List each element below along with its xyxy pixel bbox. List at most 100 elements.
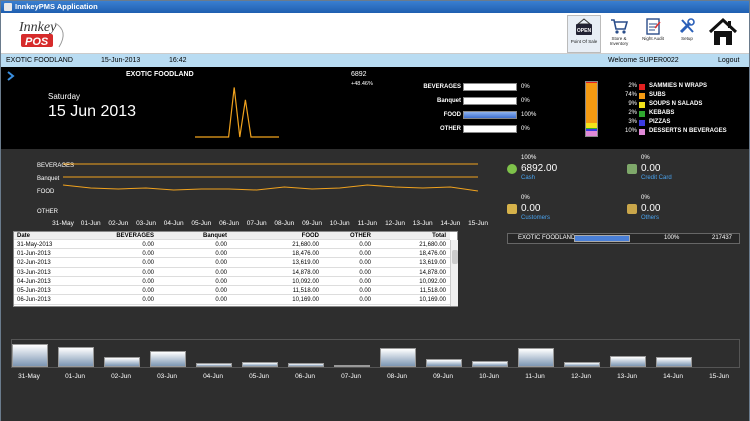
daily-sales-bar[interactable] — [104, 357, 140, 367]
store-inventory-button[interactable]: Store & Inventory — [602, 15, 636, 53]
trend-row-label: Banquet — [37, 176, 60, 182]
trend-date-label: 10-Jun — [330, 220, 350, 227]
payment-amount: 0.00 — [641, 203, 661, 214]
window-title: InnkeyPMS Application — [15, 2, 98, 11]
table-row[interactable]: 01-Jun-2013 0.00 0.00 18,476.00 0.00 18,476.0… — [14, 250, 450, 259]
payment-method-link[interactable]: Cash — [521, 175, 535, 181]
status-bar: EXOTIC FOODLAND 15-Jun-2013 16:42 Welcom… — [1, 54, 749, 67]
subcategory-percent: 2% — [628, 83, 637, 89]
value-cell: 10,169.00 — [419, 297, 446, 304]
value-cell: 0.00 — [142, 241, 154, 248]
payment-method-link[interactable]: Credit Card — [641, 175, 672, 181]
value-cell: OTHER — [350, 233, 371, 239]
night-audit-button[interactable]: Night Audit — [636, 15, 670, 53]
category-label: BEVERAGES — [423, 84, 461, 90]
value-cell: 0.00 — [215, 297, 227, 304]
clipboard-icon — [646, 18, 661, 35]
point-of-sale-button[interactable]: OPEN Point Of Sale — [567, 15, 601, 53]
daily-summary-panel: EXOTIC FOODLAND Saturday 15 Jun 2013 689… — [1, 67, 749, 149]
daily-bar-date-label: 13-Jun — [617, 373, 637, 380]
daily-bar-date-label: 31-May — [18, 373, 40, 380]
table-row[interactable]: 06-Jun-2013 0.00 0.00 10,169.00 0.00 10,169.0… — [14, 296, 450, 305]
daily-sales-bar[interactable] — [150, 351, 186, 367]
payment-method-link[interactable]: Customers — [521, 215, 550, 221]
value-cell: BEVERAGES — [116, 233, 154, 239]
setup-label: Setup — [681, 36, 693, 41]
value-cell: FOOD — [301, 233, 319, 239]
date-cell: 01-Jun-2013 — [17, 250, 51, 257]
date-cell: 05-Jun-2013 — [17, 288, 51, 295]
daily-sales-bar[interactable] — [472, 360, 508, 368]
trend-date-label: 04-Jun — [164, 220, 184, 227]
daily-sales-bar[interactable] — [58, 347, 94, 367]
table-header-row[interactable]: Date BEVERAGES Banquet FOOD OTHER Total — [14, 232, 450, 241]
welcome-text: Welcome SUPER0022 — [608, 57, 679, 64]
trend-row-label: OTHER — [37, 209, 59, 215]
trend-date-label: 01-Jun — [81, 220, 101, 227]
subcategory-percent: 2% — [628, 110, 637, 116]
value-cell: 0.00 — [359, 288, 371, 295]
daily-sales-bar[interactable] — [380, 348, 416, 368]
category-bar — [463, 111, 517, 119]
daily-sales-bar[interactable] — [656, 356, 692, 367]
category-label: Banquet — [437, 98, 461, 104]
daily-sales-bar[interactable] — [12, 344, 48, 367]
category-label: FOOD — [443, 112, 461, 118]
app-icon — [4, 3, 12, 11]
value-cell: 13,619.00 — [292, 260, 319, 267]
open-sign-icon: OPEN — [576, 18, 592, 35]
subcategory-color-swatch — [639, 111, 645, 117]
daily-sales-bar[interactable] — [610, 355, 646, 367]
outlet-share-row: EXOTIC FOODLAND 100% 217437 — [507, 233, 740, 244]
value-cell: 11,518.00 — [419, 288, 446, 295]
home-button[interactable] — [705, 15, 741, 53]
table-row[interactable]: 31-May-2013 0.00 0.00 21,680.00 0.00 21,680.0… — [14, 241, 450, 249]
table-row[interactable]: 02-Jun-2013 0.00 0.00 13,619.00 0.00 13,619.0… — [14, 259, 450, 268]
subcategory-color-swatch — [639, 129, 645, 135]
daily-sales-bar[interactable] — [196, 363, 232, 367]
setup-button[interactable]: Setup — [670, 15, 704, 53]
trend-date-label: 31-May — [52, 220, 74, 227]
logo-text-pos: POS — [25, 36, 49, 48]
payment-method-link[interactable]: Others — [641, 215, 659, 221]
outlet-share-bar — [574, 235, 630, 242]
daily-sales-bar[interactable] — [518, 347, 554, 367]
subcategory-segment — [586, 83, 597, 124]
payment-percent: 0% — [641, 195, 650, 201]
trend-date-label: 13-Jun — [413, 220, 433, 227]
expand-arrow-icon[interactable] — [7, 71, 15, 81]
food-trend-line — [62, 184, 479, 192]
value-cell: 0.00 — [142, 260, 154, 267]
daily-sales-bar[interactable] — [426, 358, 462, 367]
cash-icon — [507, 164, 517, 174]
grid-scrollbar[interactable] — [450, 240, 458, 306]
table-row[interactable]: 05-Jun-2013 0.00 0.00 11,518.00 0.00 11,518.0… — [14, 287, 450, 296]
value-cell: 0.00 — [359, 297, 371, 304]
application-window: InnkeyPMS Application Innkey POS OPEN Po… — [0, 0, 750, 421]
daily-sales-bar[interactable] — [242, 361, 278, 367]
daily-sales-bar[interactable] — [334, 364, 370, 367]
trend-date-label: 12-Jun — [385, 220, 405, 227]
daily-bar-date-label: 15-Jun — [709, 373, 729, 380]
daily-bar-date-label: 04-Jun — [203, 373, 223, 380]
trend-date-label: 11-Jun — [358, 220, 378, 227]
table-row[interactable]: 04-Jun-2013 0.00 0.00 10,092.00 0.00 10,092.0… — [14, 278, 450, 287]
category-bar — [463, 97, 517, 105]
category-percent: 0% — [521, 126, 530, 132]
subcategory-color-swatch — [639, 93, 645, 99]
subcategory-name: PIZZAS — [649, 119, 671, 125]
date-cell: 03-Jun-2013 — [17, 269, 51, 276]
category-label: OTHER — [440, 126, 461, 132]
category-bar-fill — [464, 112, 516, 118]
logout-link[interactable]: Logout — [718, 54, 739, 67]
table-row[interactable]: 03-Jun-2013 0.00 0.00 14,878.00 0.00 14,878.0… — [14, 269, 450, 277]
shopping-cart-icon — [611, 19, 628, 34]
sales-grid[interactable]: Date BEVERAGES Banquet FOOD OTHER Total 31-May… — [13, 231, 458, 307]
trend-row-label: FOOD — [37, 189, 55, 195]
summary-date: 15 Jun 2013 — [48, 103, 137, 120]
summary-day: Saturday — [48, 92, 81, 101]
subcategory-name: DESSERTS N BEVERAGES — [649, 128, 727, 134]
daily-sales-bar[interactable] — [564, 362, 600, 368]
daily-sales-bar[interactable] — [288, 362, 324, 367]
date-cell: 04-Jun-2013 — [17, 278, 51, 285]
